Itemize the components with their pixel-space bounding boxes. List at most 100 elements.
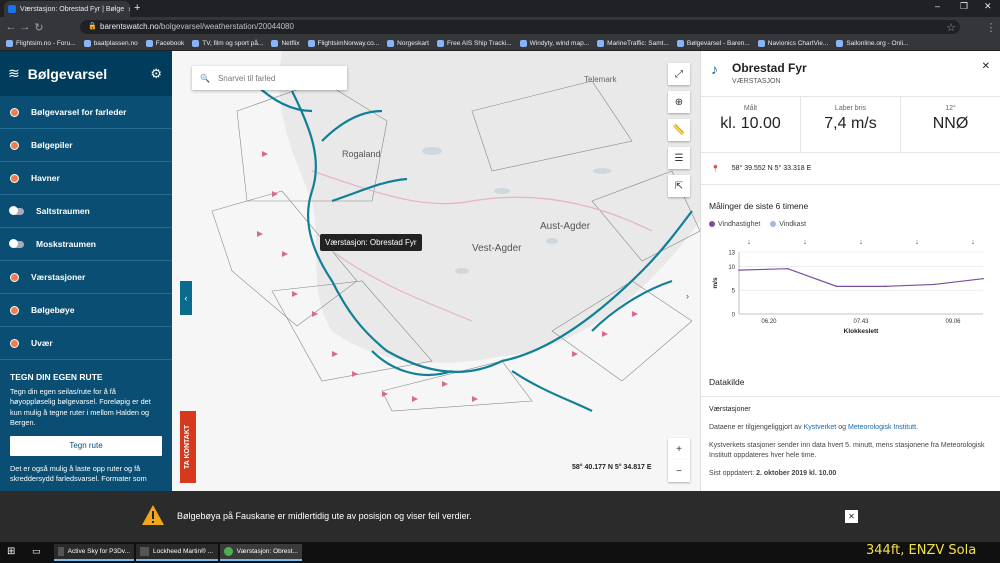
expand-panel-arrow[interactable]: › (686, 291, 689, 301)
sidebar-item-2[interactable]: Havner (0, 162, 172, 195)
contact-tab[interactable]: TA KONTAKT (180, 411, 196, 483)
layer-status-dot (10, 140, 19, 150)
bookmark-star-icon[interactable]: ☆ (944, 21, 958, 34)
bookmark-item[interactable]: Sailonline.org - Onli... (836, 40, 908, 47)
layer-status-dot (10, 272, 19, 282)
toggle-switch[interactable] (9, 239, 24, 248)
panel-header: ♪ Obrestad Fyr VÆRSTASJON ✕ (701, 51, 1000, 97)
forward-icon[interactable]: → (18, 21, 32, 33)
url-host: barentswatch.no (100, 22, 159, 31)
fullscreen-icon[interactable]: ⤢ (668, 63, 690, 85)
bookmark-favicon (597, 40, 605, 47)
data-source-section: Datakilde Værstasjoner Dataene er tilgje… (701, 369, 1000, 487)
station-music-icon: ♪ (711, 61, 718, 77)
bookmark-item[interactable]: Norgeskart (387, 40, 429, 47)
maximize-icon[interactable]: ❐ (960, 1, 968, 12)
taskbar-item-activesky[interactable]: Active Sky for P3Dv... (54, 544, 134, 561)
notice-close-button[interactable]: ✕ (845, 510, 858, 523)
bookmark-item[interactable]: baatplassen.no (83, 40, 138, 47)
collapse-sidebar-button[interactable]: ‹ (180, 281, 192, 315)
bookmark-item[interactable]: FlightsimNorway.co... (307, 40, 379, 47)
map-canvas (172, 51, 700, 491)
bookmark-favicon (145, 40, 153, 47)
task-view-icon[interactable]: ▭ (32, 546, 41, 557)
y-tick-label: 5 (732, 289, 736, 295)
chrome-icon (224, 547, 233, 556)
sidebar-item-0[interactable]: Bølgevarsel for farleder (0, 96, 172, 129)
sidebar-item-1[interactable]: Bølgepiler (0, 129, 172, 162)
data-point (835, 285, 838, 288)
layers-icon[interactable]: ☰ (668, 147, 690, 169)
stat-row: Målt kl. 10.00 Laber bris 7,4 m/s 12° NNØ (701, 97, 1000, 153)
bookmark-item[interactable]: TV, film og sport på... (192, 40, 263, 47)
altitude-overlay: 344ft, ENZV Sola (866, 543, 977, 558)
windows-start-icon[interactable]: ⊞ (7, 546, 15, 557)
zoom-in-button[interactable]: + (668, 438, 690, 460)
locate-icon[interactable]: ⊕ (668, 91, 690, 113)
tab-title: Værstasjon: Obrestad Fyr | Bølge (20, 5, 125, 13)
taskbar-item-chrome[interactable]: Værstasjon: Obrest... (220, 544, 302, 561)
bookmark-favicon (757, 40, 765, 47)
tab-close-icon[interactable]: × (128, 5, 130, 14)
map-label-aust-agder: Aust-Agder (540, 221, 591, 232)
toggle-switch[interactable] (9, 206, 24, 215)
url-field[interactable]: 🔒 barentswatch.no/bolgevarsel/weathersta… (80, 20, 960, 34)
data-source-frequency: Kystverkets stasjoner sender inn data hv… (709, 442, 985, 459)
met-link[interactable]: Meteorologisk Institutt (848, 424, 916, 431)
bookmark-item[interactable]: Flightsim.no - Foru... (6, 40, 76, 47)
taskbar-item-p3d[interactable]: Lockheed Martin® ... (136, 544, 218, 561)
location-pin-icon: 📍 (711, 165, 720, 173)
legend-item-wind-gust[interactable]: Vindkast (770, 221, 806, 228)
ruler-icon[interactable]: 📏 (668, 119, 690, 141)
stat-label: Laber bris (834, 105, 867, 112)
window-close-icon[interactable]: ✕ (984, 1, 992, 12)
bookmark-item[interactable]: Facebook (145, 40, 184, 47)
back-icon[interactable]: ← (4, 21, 18, 33)
new-tab-button[interactable]: + (134, 2, 140, 14)
close-icon[interactable]: ✕ (982, 61, 990, 72)
bookmark-favicon (83, 40, 91, 47)
wind-direction-arrow: ↓ (971, 239, 975, 246)
reload-icon[interactable]: ↻ (32, 21, 46, 34)
app-title: Bølgevarsel (27, 65, 108, 82)
data-point (884, 285, 887, 288)
data-point (982, 277, 984, 280)
bookmark-item[interactable]: MarineTraffic: Samt... (597, 40, 669, 47)
kystverket-link[interactable]: Kystverket (804, 424, 837, 431)
bookmark-favicon (436, 40, 444, 47)
taskbar: ⊞ ▭ Active Sky for P3Dv... Lockheed Mart… (0, 542, 1000, 563)
stat-cell: 12° NNØ (901, 97, 1000, 152)
sidebar-item-4[interactable]: Moskstraumen (0, 228, 172, 261)
search-input[interactable]: 🔍 Snarvei til farled (192, 66, 347, 90)
route-more-text: Det er også mulig å laste opp ruter og f… (10, 463, 147, 484)
sidebar-item-3[interactable]: Saltstraumen (0, 195, 172, 228)
bookmark-item[interactable]: Netflix (271, 40, 300, 47)
gear-icon[interactable]: ⚙ (150, 66, 162, 82)
station-title: Obrestad Fyr (732, 61, 807, 75)
sidebar-item-5[interactable]: Værstasjoner (0, 261, 172, 294)
sidebar-item-7[interactable]: Uvær (0, 327, 172, 360)
bookmark-item[interactable]: Windyty, wind map... (519, 40, 589, 47)
menu-icon[interactable]: ⋮ (984, 21, 998, 34)
minimize-icon[interactable]: – (935, 1, 940, 11)
browser-tab[interactable]: Værstasjon: Obrestad Fyr | Bølge × (4, 1, 130, 17)
lock-icon: 🔒 (88, 23, 97, 30)
bookmark-item[interactable]: Navionics ChartVie... (757, 40, 828, 47)
map-view[interactable]: Rogaland Telemark Aust-Agder Vest-Agder … (172, 51, 700, 491)
draw-route-button[interactable]: Tegn rute (10, 435, 162, 456)
legend-item-wind-speed[interactable]: Vindhastighet (709, 221, 760, 228)
layer-status-dot (10, 338, 19, 348)
bookmark-item[interactable]: Bølgevarsel - Baren... (676, 40, 750, 47)
last-updated: Sist oppdatert: 2. oktober 2019 kl. 10.0… (709, 470, 837, 477)
sidebar-item-6[interactable]: Bølgebøye (0, 294, 172, 327)
layer-status-dot (10, 305, 19, 315)
share-icon[interactable]: ⇱ (668, 175, 690, 197)
bookmark-item[interactable]: Free AIS Ship Tracki... (436, 40, 512, 47)
sidebar-item-label: Uvær (31, 338, 53, 348)
wind-direction-arrow: ↓ (803, 239, 807, 246)
wind-direction-arrow: ↓ (915, 239, 919, 246)
station-position: 58° 39.552 N 5° 33.318 E (731, 165, 812, 172)
zoom-out-button[interactable]: − (668, 460, 690, 482)
sidebar-header: ≋ Bølgevarsel ⚙ (0, 51, 172, 96)
wind-direction-arrow: ↓ (859, 239, 863, 246)
